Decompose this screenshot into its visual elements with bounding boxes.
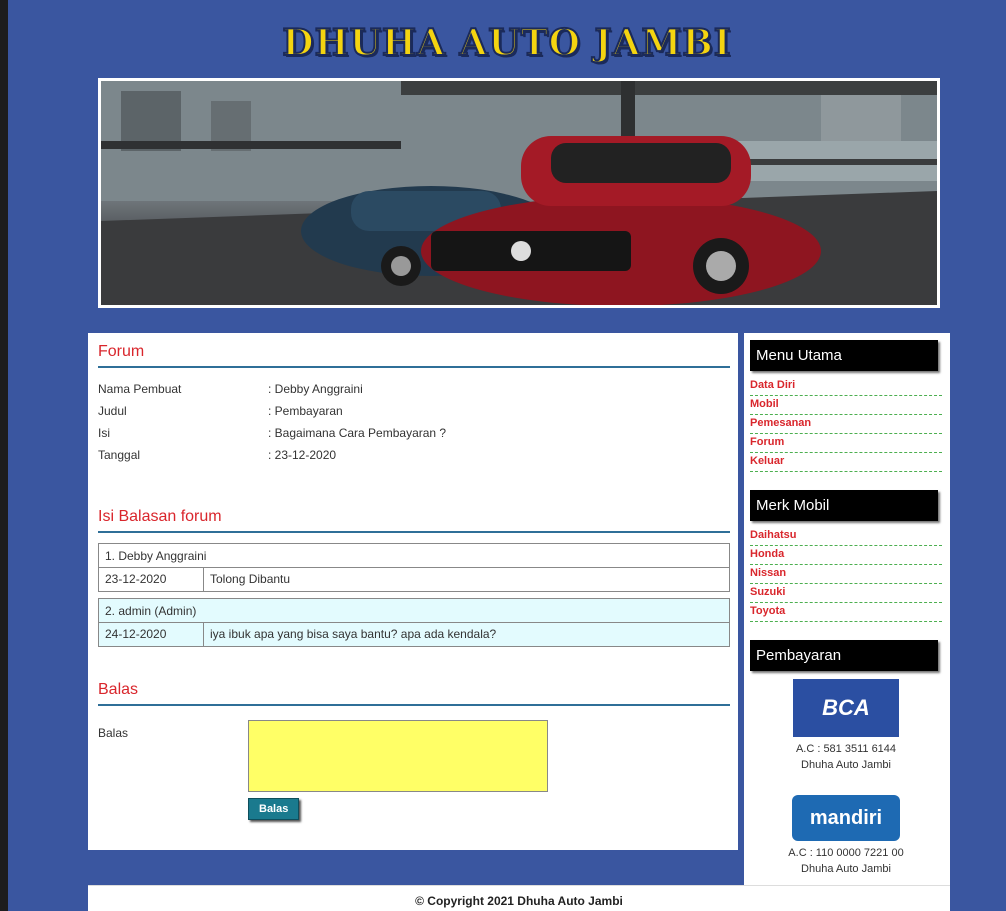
forum-detail-row: Judul : Pembayaran [98, 404, 730, 426]
menu-item-mobil[interactable]: Mobil [750, 396, 942, 415]
reply-field-label: Balas [98, 726, 129, 740]
main-menu-title: Menu Utama [750, 340, 938, 371]
brand-item-daihatsu[interactable]: Daihatsu [750, 527, 942, 546]
reply-textarea[interactable] [248, 720, 548, 792]
main-content: Forum Nama Pembuat : Debby Anggraini Jud… [88, 333, 738, 850]
menu-item-data-diri[interactable]: Data Diri [750, 377, 942, 396]
menu-item-pemesanan[interactable]: Pemesanan [750, 415, 942, 434]
detail-label: Nama Pembuat [98, 382, 182, 396]
banner-image [98, 78, 940, 308]
detail-label: Judul [98, 404, 127, 418]
reply-item: 1. Debby Anggraini 23-12-2020 Tolong Dib… [98, 543, 730, 592]
forum-detail-row: Tanggal : 23-12-2020 [98, 448, 730, 470]
reply-form-title: Balas [98, 681, 730, 706]
bank-mandiri: mandiri A.C : 110 0000 7221 00 Dhuha Aut… [750, 795, 942, 877]
bank-account: A.C : 581 3511 6144 [795, 743, 897, 755]
mandiri-logo: mandiri [792, 795, 900, 841]
footer-copyright: © Copyright 2021 Dhuha Auto Jambi [88, 885, 950, 911]
bank-bca: BCA A.C : 581 3511 6144 Dhuha Auto Jambi [750, 679, 942, 773]
payment-title: Pembayaran [750, 640, 938, 671]
forum-details: Nama Pembuat : Debby Anggraini Judul : P… [98, 382, 730, 470]
forum-detail-row: Isi : Bagaimana Cara Pembayaran ? [98, 426, 730, 448]
detail-value: : Debby Anggraini [268, 382, 363, 396]
brand-item-honda[interactable]: Honda [750, 546, 942, 565]
sidebar: Menu Utama Data Diri Mobil Pemesanan For… [744, 333, 950, 885]
submit-reply-button[interactable]: Balas [248, 798, 300, 820]
reply-date: 24-12-2020 [99, 623, 204, 646]
bank-account-name: Dhuha Auto Jambi [801, 863, 891, 875]
brand-menu-title: Merk Mobil [750, 490, 938, 521]
detail-value: : Pembayaran [268, 404, 343, 418]
brand-menu: Merk Mobil Daihatsu Honda Nissan Suzuki … [750, 490, 942, 622]
bank-account: A.C : 110 0000 7221 00 [788, 847, 904, 859]
forum-section-title: Forum [98, 343, 730, 368]
reply-date: 23-12-2020 [99, 568, 204, 591]
site-title: DHUHA AUTO JAMBI [281, 21, 732, 65]
reply-author: 1. Debby Anggraini [99, 544, 729, 568]
detail-value: : Bagaimana Cara Pembayaran ? [268, 426, 447, 440]
reply-author: 2. admin (Admin) [99, 599, 729, 623]
reply-text: Tolong Dibantu [210, 572, 291, 586]
reply-text: iya ibuk apa yang bisa saya bantu? apa a… [210, 627, 497, 641]
brand-item-toyota[interactable]: Toyota [750, 603, 942, 622]
menu-item-keluar[interactable]: Keluar [750, 453, 942, 472]
detail-label: Tanggal [98, 448, 141, 462]
menu-item-forum[interactable]: Forum [750, 434, 942, 453]
detail-label: Isi [98, 426, 110, 440]
brand-item-nissan[interactable]: Nissan [750, 565, 942, 584]
main-menu: Menu Utama Data Diri Mobil Pemesanan For… [750, 340, 942, 472]
bca-logo: BCA [793, 679, 899, 737]
forum-detail-row: Nama Pembuat : Debby Anggraini [98, 382, 730, 404]
brand-item-suzuki[interactable]: Suzuki [750, 584, 942, 603]
bank-account-name: Dhuha Auto Jambi [801, 759, 891, 771]
payment-section: Pembayaran BCA A.C : 581 3511 6144 Dhuha… [750, 640, 940, 877]
reply-form: Balas [98, 720, 730, 792]
detail-value: : 23-12-2020 [268, 448, 337, 462]
replies-section-title: Isi Balasan forum [98, 508, 730, 533]
banner-cars-illustration [101, 81, 937, 305]
reply-item: 2. admin (Admin) 24-12-2020 iya ibuk apa… [98, 598, 730, 647]
